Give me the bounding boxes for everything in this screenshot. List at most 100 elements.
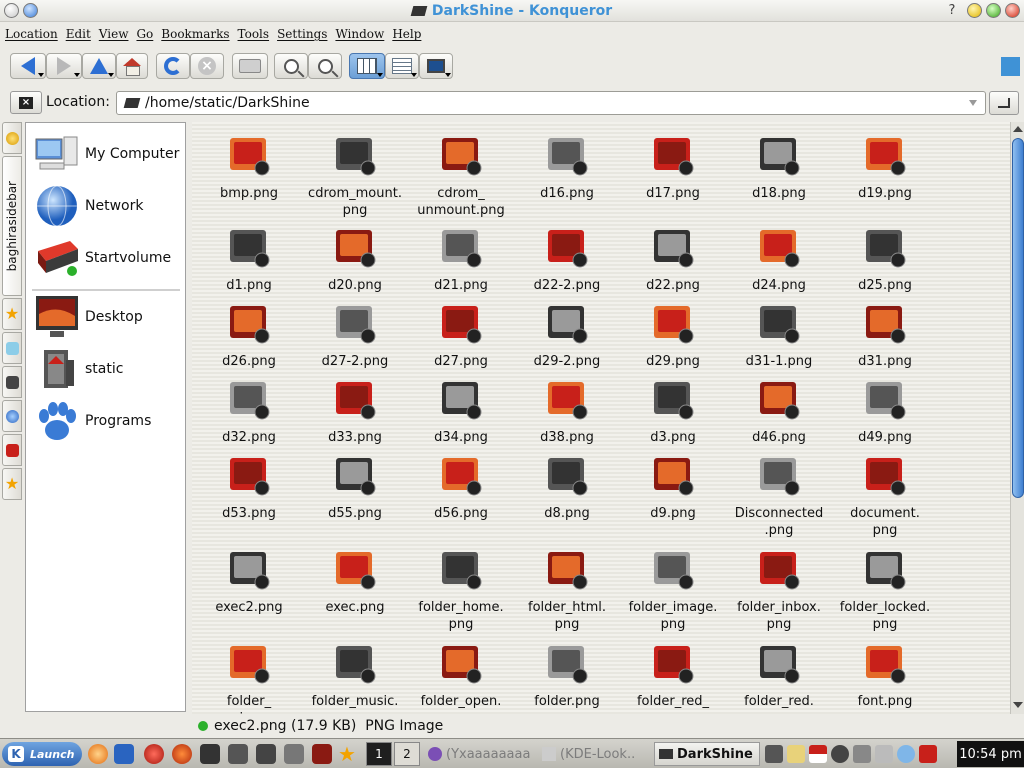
menu-edit[interactable]: Edit [65,27,98,41]
task-kde-look[interactable]: (KDE-Look.. [538,742,652,766]
maximize-button[interactable] [986,3,1001,18]
task-darkshine[interactable]: DarkShine [654,742,760,766]
file-item[interactable]: d56.png [408,446,514,522]
media-player-icon[interactable] [172,744,192,764]
scrollbar-thumb[interactable] [1012,138,1024,498]
file-item[interactable]: d20.png [302,218,408,294]
list-view-button[interactable] [385,53,419,79]
file-item[interactable]: d55.png [302,446,408,522]
file-item[interactable]: d9.png [620,446,726,522]
file-item[interactable]: folder_inbox. png [726,540,832,633]
up-button[interactable] [82,53,116,79]
sidebar-tab-media[interactable] [2,434,22,466]
network-icon[interactable] [853,745,871,763]
desktop-2-button[interactable]: 2 [394,742,420,766]
file-item[interactable]: d31.png [832,294,938,370]
sidebar-tab-home[interactable] [2,366,22,398]
back-button[interactable] [10,53,46,79]
close-button[interactable] [1005,3,1020,18]
file-item[interactable]: Disconnected .png [726,446,832,539]
preview-button[interactable] [419,53,453,79]
print-button[interactable] [232,53,268,79]
star-icon[interactable]: ★ [338,744,358,764]
file-item[interactable]: d34.png [408,370,514,446]
desktop-icon[interactable] [312,744,332,764]
file-item[interactable]: d25.png [832,218,938,294]
sidebar-item-my-computer[interactable]: My Computer [34,131,179,177]
file-item[interactable]: d31-1.png [726,294,832,370]
alert-icon[interactable] [919,745,937,763]
menu-location[interactable]: Location [4,27,65,41]
menu-help[interactable]: Help [391,27,428,41]
settings-icon[interactable] [284,744,304,764]
file-item[interactable]: d8.png [514,446,620,522]
file-item[interactable]: font.png [832,634,938,710]
menu-settings[interactable]: Settings [276,27,334,41]
file-item[interactable]: folder_red.png [726,634,832,714]
file-item[interactable]: d22.png [620,218,726,294]
file-item[interactable]: d22-2.png [514,218,620,294]
kontact-icon[interactable] [256,744,276,764]
location-input[interactable]: /home/static/DarkShine [116,91,986,115]
file-item[interactable]: d3.png [620,370,726,446]
help-button[interactable]: ? [945,3,959,18]
chat-icon[interactable] [897,745,915,763]
file-item[interactable]: d38.png [514,370,620,446]
file-item[interactable]: folder.png [514,634,620,710]
sidebar-item-programs[interactable]: Programs [34,398,151,444]
file-item[interactable]: d27-2.png [302,294,408,370]
sidebar-tab-bookmarks[interactable] [2,122,22,154]
sidebar-item-static[interactable]: static [34,346,123,392]
sidebar-item-desktop[interactable]: Desktop [34,294,143,340]
zoom-in-button[interactable] [274,53,308,79]
file-item[interactable]: d32.png [196,370,302,446]
launch-button[interactable]: K Launch [2,742,82,766]
minimize-button[interactable] [967,3,982,18]
file-item[interactable]: folder_movies.png [196,634,302,714]
file-item[interactable]: d33.png [302,370,408,446]
reload-button[interactable] [156,53,190,79]
file-item[interactable]: d17.png [620,126,726,202]
file-item[interactable]: d29.png [620,294,726,370]
clear-location-button[interactable]: × [10,91,42,114]
vertical-scrollbar[interactable] [1010,122,1024,714]
icon-view-button[interactable] [349,53,385,79]
flag-icon[interactable] [809,745,827,763]
file-item[interactable]: d26.png [196,294,302,370]
task-yxaaaa[interactable]: (Yxaaaaaaaa [424,742,534,766]
menu-tools[interactable]: Tools [237,27,277,41]
desktop-1-button[interactable]: 1 [366,742,392,766]
file-item[interactable]: d29-2.png [514,294,620,370]
menu-go[interactable]: Go [135,27,160,41]
sidebar-tab-baghira[interactable]: baghirasidebar [2,156,22,296]
file-item[interactable]: folder_html. png [514,540,620,633]
file-item[interactable]: cdrom_ unmount.png [408,126,514,219]
file-item[interactable]: d21.png [408,218,514,294]
menu-bookmarks[interactable]: Bookmarks [160,27,236,41]
sidebar-tab-bookmarks-star[interactable]: ★ [2,468,22,500]
scroll-down-icon[interactable] [1012,700,1023,710]
home-folder-icon[interactable] [228,744,248,764]
chevron-down-icon[interactable] [969,100,977,106]
file-item[interactable]: cdrom_mount. png [302,126,408,219]
file-item[interactable]: d24.png [726,218,832,294]
sidebar-tab-favorites[interactable]: ★ [2,298,22,330]
file-item[interactable]: d46.png [726,370,832,446]
file-item[interactable]: folder_open.png [408,634,514,714]
file-item[interactable]: d27.png [408,294,514,370]
sidebar-splitter[interactable] [187,122,191,712]
terminal-icon[interactable] [200,744,220,764]
sidebar-tab-network[interactable] [2,332,22,364]
file-item[interactable]: exec.png [302,540,408,616]
forward-button[interactable] [46,53,82,79]
sidebar-tab-globe[interactable] [2,400,22,432]
browser-icon[interactable] [144,744,164,764]
file-item[interactable]: folder_image. png [620,540,726,633]
file-item[interactable]: folder_red_open.png [620,634,726,714]
file-item[interactable]: d1.png [196,218,302,294]
stop-button[interactable]: × [190,53,224,79]
file-item[interactable]: document. png [832,446,938,539]
sidebar-item-startvolume[interactable]: Startvolume [34,235,171,281]
go-button[interactable] [989,91,1019,115]
file-item[interactable]: folder_music.png [302,634,408,714]
